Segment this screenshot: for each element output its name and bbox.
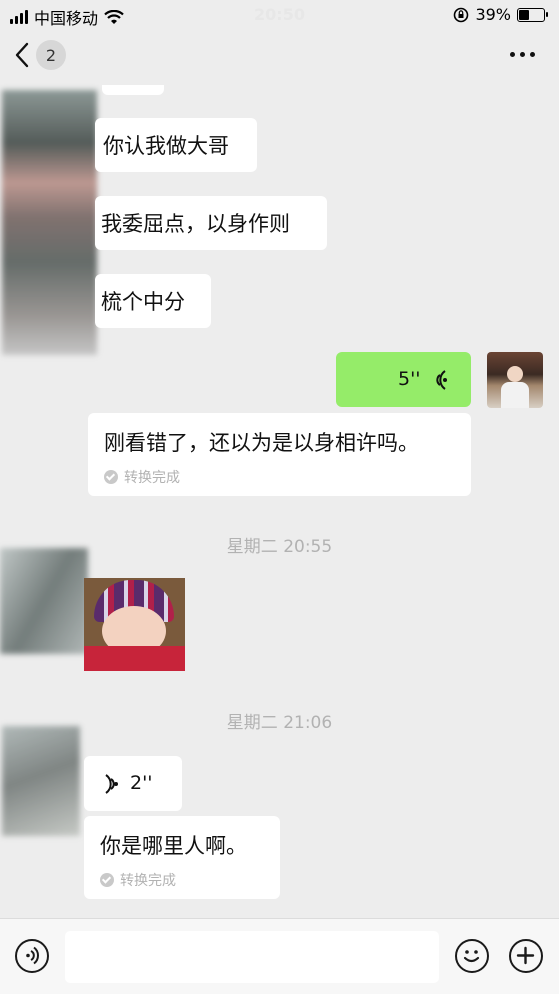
plus-circle-icon — [516, 946, 535, 965]
voice-duration: 2'' — [130, 772, 153, 794]
more-dots-icon — [510, 52, 515, 57]
contact-avatar-blurred[interactable] — [2, 726, 80, 836]
transcript-text: 刚看错了，还以为是以身相许吗。 — [104, 431, 419, 455]
voice-wave-icon — [105, 774, 118, 794]
timestamp: 星期二 20:55 — [226, 537, 333, 557]
message-bubble-partial[interactable] — [102, 85, 164, 95]
back-button[interactable]: 2 — [14, 40, 66, 70]
message-bubble[interactable]: 梳个中分 — [95, 274, 211, 328]
self-avatar[interactable] — [487, 352, 543, 408]
emoji-button[interactable] — [455, 939, 489, 973]
status-bar: 中国移动 20:50 39% — [0, 0, 559, 30]
chevron-left-icon — [15, 42, 29, 68]
chat-header: 2 — [0, 30, 559, 85]
avatar-figure-body — [501, 382, 529, 408]
avatar-figure — [507, 366, 523, 382]
voice-duration: 5'' — [398, 368, 421, 390]
voice-transcript-bubble[interactable]: 刚看错了，还以为是以身相许吗。 转换完成 — [88, 413, 471, 496]
sticker-scarf — [84, 646, 185, 671]
more-button[interactable] — [510, 52, 535, 57]
battery-percent: 39% — [475, 5, 511, 24]
transcript-text: 你是哪里人啊。 — [100, 834, 247, 858]
voice-message-outgoing[interactable]: 5'' — [336, 352, 471, 407]
contact-avatar-blurred[interactable] — [2, 90, 97, 355]
message-text: 你认我做大哥 — [103, 134, 229, 158]
battery-icon — [517, 7, 548, 22]
voice-transcript-bubble[interactable]: 你是哪里人啊。 转换完成 — [84, 816, 280, 899]
unread-count-badge: 2 — [36, 40, 66, 70]
contact-avatar-blurred[interactable] — [0, 548, 88, 654]
voice-input-button[interactable] — [15, 939, 49, 973]
check-circle-icon — [100, 873, 114, 887]
transcript-status: 转换完成 — [104, 467, 455, 487]
more-dot — [530, 52, 535, 57]
message-text: 我委屈点，以身作则 — [101, 212, 290, 236]
timestamp: 星期二 21:06 — [226, 713, 333, 733]
message-bubble[interactable]: 我委屈点，以身作则 — [95, 196, 327, 250]
sticker-image[interactable] — [84, 578, 185, 671]
voice-message-incoming[interactable]: 2'' — [84, 756, 182, 811]
transcript-status: 转换完成 — [100, 870, 264, 890]
message-bubble[interactable]: 你认我做大哥 — [95, 118, 257, 172]
input-bar — [0, 918, 559, 994]
transcript-status-label: 转换完成 — [124, 470, 180, 486]
message-input[interactable] — [65, 931, 439, 983]
rotation-lock-icon — [454, 7, 469, 22]
voice-wave-icon — [436, 370, 447, 390]
emoji-icon — [463, 950, 480, 963]
status-right: 39% — [453, 5, 548, 24]
add-button[interactable] — [509, 939, 543, 973]
transcript-status-label: 转换完成 — [120, 873, 176, 889]
battery-fill — [519, 9, 530, 20]
check-circle-icon — [104, 470, 118, 484]
message-text: 梳个中分 — [101, 290, 185, 314]
more-dot — [520, 52, 525, 57]
voice-input-icon — [26, 946, 39, 965]
